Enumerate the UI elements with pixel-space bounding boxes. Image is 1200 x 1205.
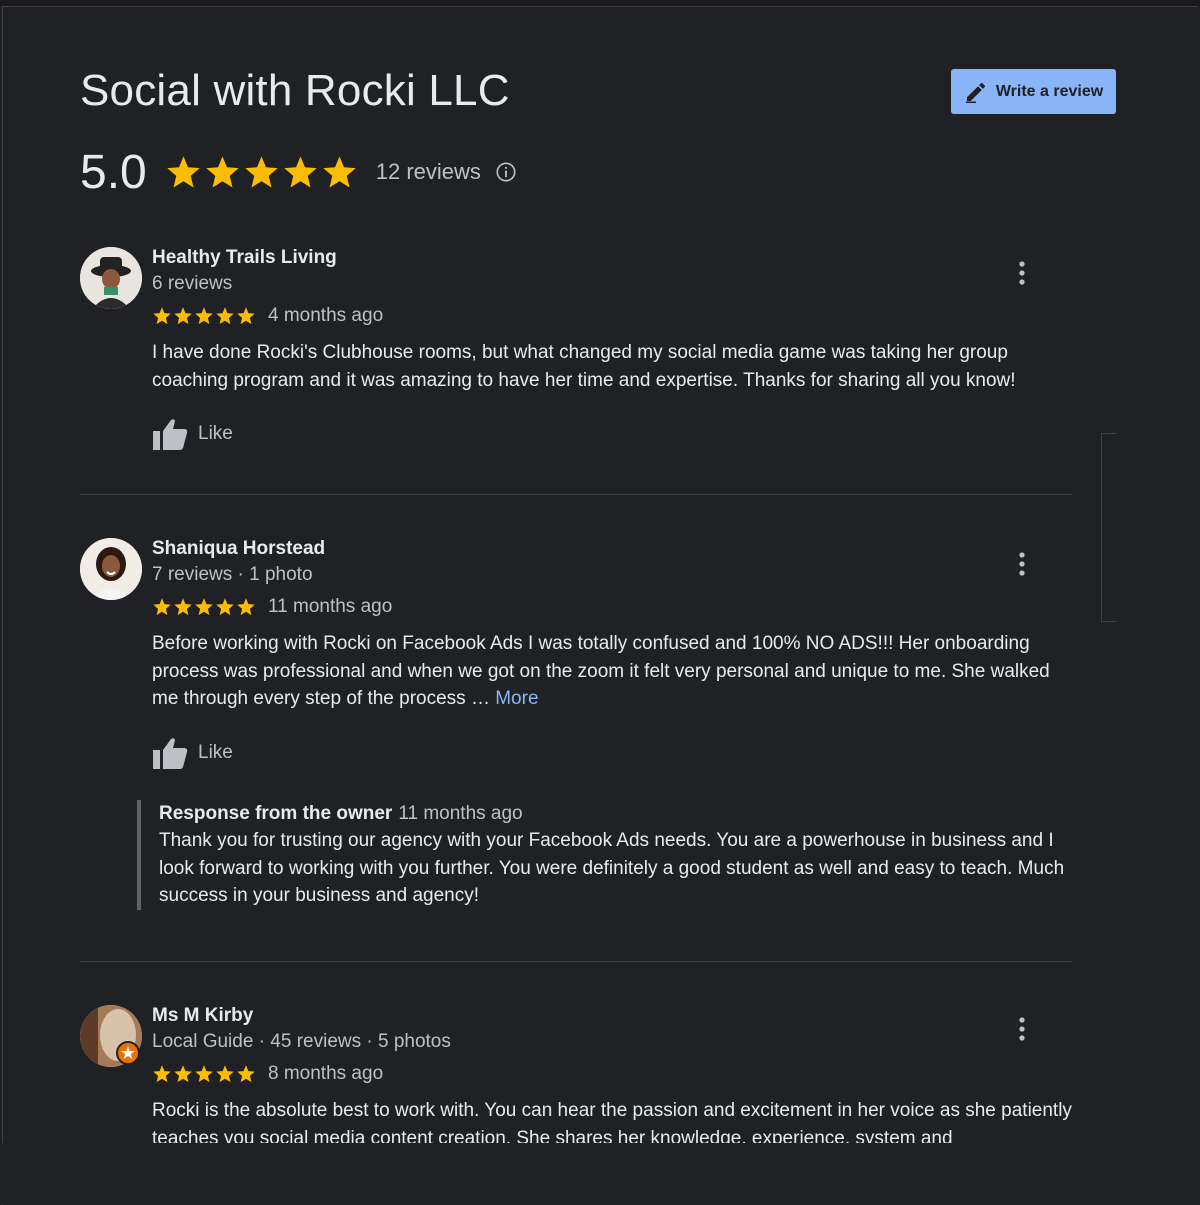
thumbs-up-icon [153, 419, 188, 450]
star-icon [323, 155, 356, 187]
star-icon [195, 1065, 213, 1083]
review-time: 11 months ago [268, 596, 393, 617]
review-item: Ms M Kirby Local Guide · 45 reviews · 5 … [80, 1005, 1072, 1165]
divider [80, 961, 1072, 962]
owner-response-time: 11 months ago [398, 803, 523, 824]
avatar[interactable] [80, 247, 142, 309]
review-stars [152, 1064, 256, 1084]
owner-response-text: Thank you for trusting our agency with y… [159, 830, 1065, 906]
review-time: 4 months ago [268, 305, 384, 326]
like-button[interactable]: Like [152, 736, 233, 770]
star-icon [216, 598, 234, 616]
write-review-button[interactable]: Write a review [951, 69, 1116, 114]
star-icon [174, 598, 192, 616]
more-vert-icon[interactable] [1010, 259, 1034, 287]
review-stars [152, 306, 256, 326]
local-guide-badge-icon [116, 1041, 140, 1065]
dialog-footer [0, 1143, 1200, 1204]
scrollbar[interactable] [1101, 433, 1116, 622]
more-vert-icon[interactable] [1010, 550, 1034, 578]
review-text-body: Before working with Rocki on Facebook Ad… [152, 633, 1050, 709]
reviewer-meta: 7 reviews · 1 photo [152, 564, 313, 585]
rating-value: 5.0 [80, 145, 147, 199]
star-icon [206, 155, 239, 187]
star-icon [284, 155, 317, 187]
star-icon [195, 307, 213, 325]
reviewer-name[interactable]: Ms M Kirby [152, 1005, 253, 1027]
star-icon [195, 598, 213, 616]
reviewer-meta: Local Guide · 45 reviews · 5 photos [152, 1031, 451, 1052]
star-icon [153, 1065, 171, 1083]
like-label: Like [198, 423, 233, 444]
star-icon [167, 155, 200, 187]
owner-response-label: Response from the owner [159, 803, 393, 824]
review-stars [152, 597, 256, 617]
review-count: 12 reviews [375, 159, 481, 184]
review-rating-row: 8 months ago [152, 1063, 383, 1085]
star-icon [153, 307, 171, 325]
review-item: Healthy Trails Living 6 reviews 4 months… [80, 247, 1072, 477]
pencil-icon [965, 82, 985, 103]
rating-stars [165, 154, 358, 191]
review-text: I have done Rocki's Clubhouse rooms, but… [152, 342, 1016, 391]
review-item: Shaniqua Horstead 7 reviews · 1 photo 11… [80, 538, 1072, 928]
star-icon [216, 1065, 234, 1083]
thumbs-up-icon [153, 738, 188, 769]
review-time: 8 months ago [268, 1063, 384, 1084]
star-icon [237, 307, 255, 325]
avatar[interactable] [80, 538, 142, 600]
avatar[interactable] [80, 1005, 142, 1067]
review-rating-row: 11 months ago [152, 596, 392, 618]
star-icon [237, 598, 255, 616]
star-icon [237, 1065, 255, 1083]
reviewer-meta: 6 reviews [152, 273, 233, 294]
like-label: Like [198, 742, 233, 763]
reviewer-name[interactable]: Shaniqua Horstead [152, 538, 325, 560]
like-button[interactable]: Like [152, 417, 233, 451]
owner-response: Response from the owner 11 months ago Tha… [137, 800, 1074, 910]
write-review-label: Write a review [995, 82, 1104, 100]
more-link[interactable]: More [495, 688, 538, 709]
business-title: Social with Rocki LLC [80, 66, 510, 115]
review-text: Before working with Rocki on Facebook Ad… [152, 630, 1072, 713]
star-icon [245, 155, 278, 187]
info-icon[interactable] [495, 161, 517, 183]
star-icon [216, 307, 234, 325]
divider [80, 494, 1072, 495]
owner-response-header: Response from the owner 11 months ago [159, 800, 1074, 827]
star-icon [153, 598, 171, 616]
rating-summary: 5.0 12 reviews [80, 142, 517, 202]
star-icon [174, 307, 192, 325]
more-vert-icon[interactable] [1010, 1015, 1034, 1043]
review-rating-row: 4 months ago [152, 305, 383, 327]
star-icon [174, 1065, 192, 1083]
reviewer-name[interactable]: Healthy Trails Living [152, 247, 337, 269]
